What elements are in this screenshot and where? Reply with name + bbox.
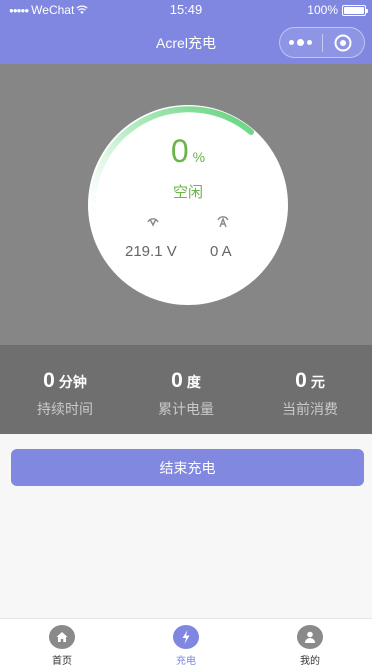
cost-label: 当前消费 <box>282 401 338 417</box>
more-button[interactable] <box>280 28 322 57</box>
cost-unit: 元 <box>310 374 325 390</box>
status-right: 100% <box>307 3 368 17</box>
user-icon <box>297 625 323 649</box>
tab-bar: 首页 充电 我的 <box>0 618 372 667</box>
target-circle-icon <box>334 34 352 51</box>
percent-unit: % <box>192 149 206 165</box>
close-button[interactable] <box>322 28 364 57</box>
meter-icons <box>146 214 236 234</box>
duration-unit: 分钟 <box>58 374 87 390</box>
charging-gauge-section: 0% 空闲 219.1 V 0 A <box>0 64 372 345</box>
battery-icon <box>342 4 368 16</box>
duration-label: 持续时间 <box>37 401 93 417</box>
tab-home[interactable]: 首页 <box>0 619 124 667</box>
charger-state: 空闲 <box>172 184 203 201</box>
end-charging-button[interactable]: 结束充电 <box>11 449 364 486</box>
stat-cost: 0元 当前消费 <box>248 345 372 434</box>
more-dot <box>297 39 305 46</box>
mini-program-capsule <box>279 27 365 58</box>
percent-value: 0 <box>170 133 189 169</box>
lightning-icon <box>173 625 199 649</box>
voltmeter-icon <box>147 218 159 227</box>
duration-value: 0 <box>43 369 55 392</box>
more-dot <box>289 40 295 45</box>
energy-unit: 度 <box>186 374 201 390</box>
charging-stats: 0 分钟 持续时间 0度 累计电量 0元 当前消费 <box>0 345 372 434</box>
energy-label: 累计电量 <box>158 401 214 417</box>
top-bar: ●●●●● WeChat 15:49 100% Acrel充电 <box>0 0 372 64</box>
more-dot <box>307 40 313 45</box>
status-bar: ●●●●● WeChat 15:49 100% <box>0 0 372 20</box>
cost-value: 0 <box>295 369 307 392</box>
stat-energy: 0度 累计电量 <box>124 345 248 434</box>
charge-percent: 0% <box>88 133 288 170</box>
voltage-reading: 219.1 V <box>125 243 177 260</box>
stat-duration: 0 分钟 持续时间 <box>0 345 124 434</box>
tab-home-label: 首页 <box>52 656 72 667</box>
tab-mine-label: 我的 <box>300 656 320 667</box>
tab-charging-label: 充电 <box>176 656 196 667</box>
home-icon <box>49 625 75 649</box>
tab-mine[interactable]: 我的 <box>248 619 372 667</box>
battery-percent: 100% <box>307 3 338 17</box>
energy-value: 0 <box>171 369 183 392</box>
current-reading: 0 A <box>210 243 232 260</box>
charge-dial: 0% 空闲 219.1 V 0 A <box>88 105 288 305</box>
ammeter-icon <box>217 216 229 228</box>
tab-charging[interactable]: 充电 <box>124 619 248 667</box>
